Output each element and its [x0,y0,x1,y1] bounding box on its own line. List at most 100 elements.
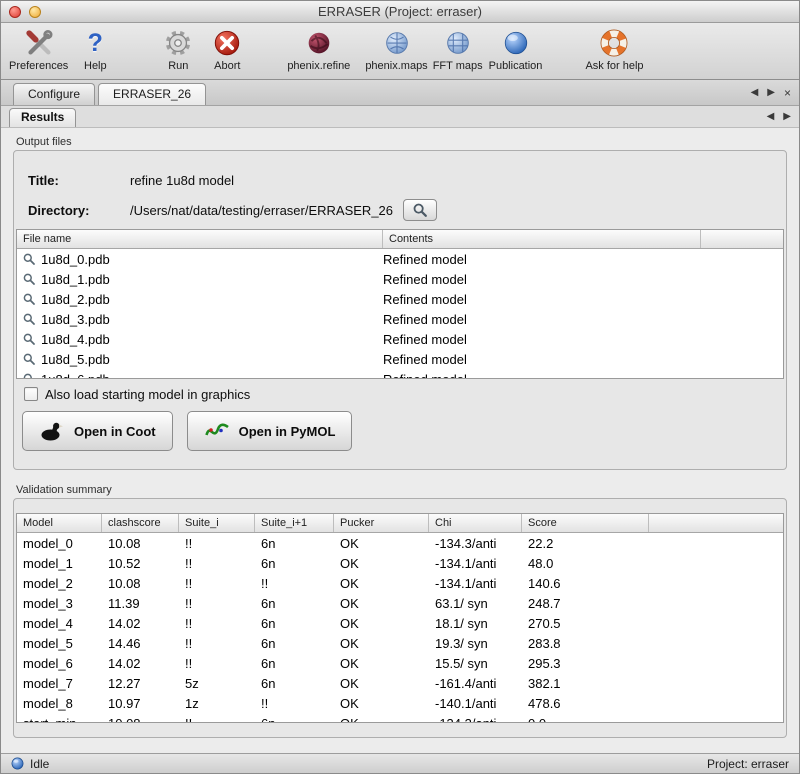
cell-pucker: OK [334,556,429,571]
cell-suite-i1: 6n [255,616,334,631]
cell-chi: -134.3/anti [429,536,522,551]
toolbar-item-phenix-refine[interactable]: phenix.refine [287,26,350,78]
validation-row[interactable]: model_0 10.08 !! 6n OK -134.3/anti 22.2 [17,533,783,553]
toolbar-item-fft-maps[interactable]: FFT maps [433,26,483,78]
validation-col-clashscore[interactable]: clashscore [102,514,179,532]
validation-row[interactable]: model_6 14.02 !! 6n OK 15.5/ syn 295.3 [17,653,783,673]
file-name: 1u8d_0.pdb [41,252,110,267]
toolbar-item-phenix-maps[interactable]: phenix.maps [365,26,427,78]
file-name: 1u8d_5.pdb [41,352,110,367]
validation-row[interactable]: model_2 10.08 !! !! OK -134.1/anti 140.6 [17,573,783,593]
cell-score: 140.6 [522,576,649,591]
cell-pucker: OK [334,716,429,724]
traffic-lights [9,6,41,18]
validation-row[interactable]: model_3 11.39 !! 6n OK 63.1/ syn 248.7 [17,593,783,613]
cell-pucker: OK [334,616,429,631]
status-bar: Idle Project: erraser [1,753,799,773]
file-row[interactable]: 1u8d_3.pdb Refined model [17,309,783,329]
file-name-cell: 1u8d_0.pdb [17,252,383,267]
abort-icon [210,26,244,60]
files-col-filename[interactable]: File name [17,230,383,248]
file-name: 1u8d_1.pdb [41,272,110,287]
title-value: refine 1u8d model [130,173,234,188]
cell-suite-i1: 6n [255,676,334,691]
file-contents: Refined model [383,292,701,307]
browse-directory-button[interactable] [403,199,437,221]
toolbar-item-label: FFT maps [433,60,483,72]
file-name: 1u8d_4.pdb [41,332,110,347]
validation-col-suite-i[interactable]: Suite_i [179,514,255,532]
magnifier-icon [22,372,36,379]
toolbar-item-run[interactable]: Run [161,26,195,78]
validation-row[interactable]: model_5 14.46 !! 6n OK 19.3/ syn 283.8 [17,633,783,653]
magnifier-icon [22,292,36,306]
open-in-coot-button[interactable]: Open in Coot [22,411,173,451]
lifebuoy-icon [597,26,631,60]
validation-col-suite-i1[interactable]: Suite_i+1 [255,514,334,532]
toolbar-item-preferences[interactable]: Preferences [9,26,68,78]
cell-model: start_min [17,716,102,724]
validation-col-model[interactable]: Model [17,514,102,532]
cell-suite-i1: 6n [255,556,334,571]
project-label: Project: erraser [707,757,789,771]
magnifier-icon [22,332,36,346]
cell-chi: 18.1/ syn [429,616,522,631]
validation-row[interactable]: model_7 12.27 5z 6n OK -161.4/anti 382.1 [17,673,783,693]
file-row[interactable]: 1u8d_0.pdb Refined model [17,249,783,269]
coot-bird-icon [39,418,65,444]
cell-score: 248.7 [522,596,649,611]
minimize-button[interactable] [29,6,41,18]
cell-suite-i: !! [179,536,255,551]
tab-erraser-26[interactable]: ERRASER_26 [98,83,206,105]
tab-results[interactable]: Results [9,108,76,127]
toolbar-item-help[interactable]: ? Help [78,26,112,78]
cell-score: 22.2 [522,536,649,551]
validation-col-pucker[interactable]: Pucker [334,514,429,532]
validation-row[interactable]: model_1 10.52 !! 6n OK -134.1/anti 48.0 [17,553,783,573]
validation-row[interactable]: model_8 10.97 1z !! OK -140.1/anti 478.6 [17,693,783,713]
toolbar: Preferences ? Help Run Abor [1,23,799,80]
validation-col-chi[interactable]: Chi [429,514,522,532]
results-scroll-left-icon[interactable]: ◀ [767,111,775,122]
open-in-pymol-label: Open in PyMOL [239,424,336,439]
close-button[interactable] [9,6,21,18]
toolbar-item-ask-for-help[interactable]: Ask for help [585,26,643,78]
file-row[interactable]: 1u8d_4.pdb Refined model [17,329,783,349]
cell-suite-i1: 6n [255,536,334,551]
cell-clashscore: 10.97 [102,696,179,711]
cell-chi: -134.1/anti [429,576,522,591]
toolbar-item-publication[interactable]: Publication [489,26,543,78]
toolbar-item-abort[interactable]: Abort [210,26,244,78]
validation-group-title: Validation summary [16,484,787,496]
tab-configure[interactable]: Configure [13,83,95,105]
output-files-group: Title: refine 1u8d model Directory: /Use… [13,150,787,470]
results-scroll-right-icon[interactable]: ▶ [783,111,791,122]
tab-scroll-left-icon[interactable]: ◀ [751,87,759,98]
open-in-pymol-button[interactable]: Open in PyMOL [187,411,353,451]
file-contents: Refined model [383,352,701,367]
tab-close-icon[interactable]: × [784,86,791,100]
load-starting-model-checkbox[interactable] [24,387,38,401]
magnifier-icon [22,352,36,366]
phenix-refine-icon [302,26,336,60]
cell-pucker: OK [334,676,429,691]
cell-score: 270.5 [522,616,649,631]
file-row[interactable]: 1u8d_6.pdb Refined model [17,369,783,379]
cell-suite-i: 5z [179,676,255,691]
validation-table: Model clashscore Suite_i Suite_i+1 Pucke… [16,513,784,723]
main-tab-bar: Configure ERRASER_26 ◀ ▶ × [1,80,799,106]
files-col-contents[interactable]: Contents [383,230,701,248]
directory-value: /Users/nat/data/testing/erraser/ERRASER_… [130,203,393,218]
validation-col-score[interactable]: Score [522,514,649,532]
file-row[interactable]: 1u8d_1.pdb Refined model [17,269,783,289]
validation-row[interactable]: start_min 10.08 !! 6n OK -134.3/anti 0.0 [17,713,783,723]
toolbar-item-label: phenix.refine [287,60,350,72]
file-row[interactable]: 1u8d_2.pdb Refined model [17,289,783,309]
cell-pucker: OK [334,696,429,711]
validation-row[interactable]: model_4 14.02 !! 6n OK 18.1/ syn 270.5 [17,613,783,633]
cell-pucker: OK [334,596,429,611]
file-row[interactable]: 1u8d_5.pdb Refined model [17,349,783,369]
cell-suite-i: !! [179,556,255,571]
tab-scroll-right-icon[interactable]: ▶ [767,87,775,98]
file-contents: Refined model [383,252,701,267]
